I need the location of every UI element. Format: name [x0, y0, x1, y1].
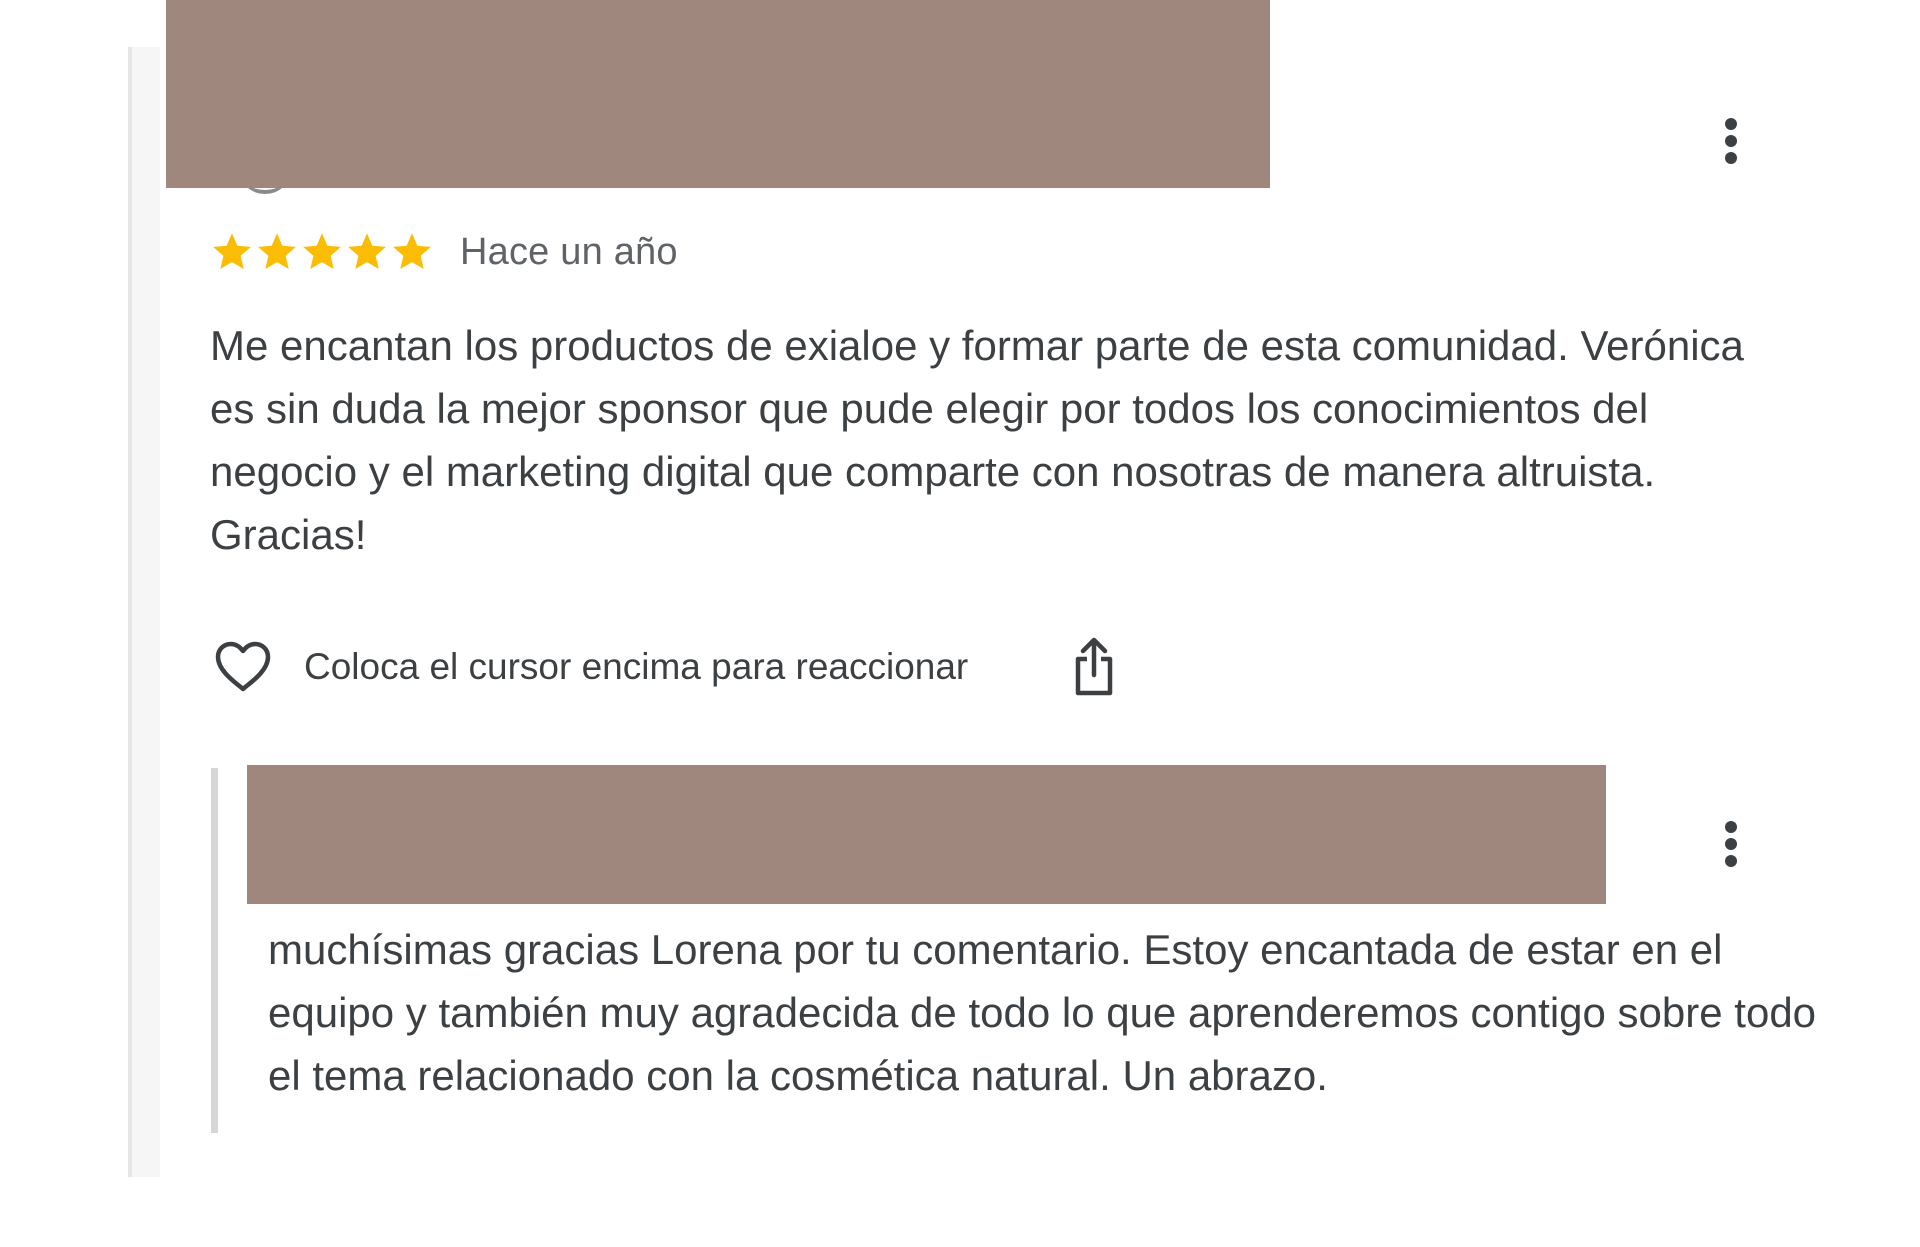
- review-text: Me encantan los productos de exialoe y f…: [210, 322, 1744, 558]
- star-icon: [348, 233, 386, 270]
- star-icon: [303, 233, 341, 270]
- rating-row: Hace un año: [210, 228, 678, 276]
- more-vertical-icon: [1725, 118, 1737, 130]
- star-icon: [258, 233, 296, 270]
- star-rating: [210, 230, 434, 274]
- review-date: Hace un año: [460, 230, 678, 273]
- star-icon: [213, 233, 251, 270]
- react-button[interactable]: [210, 636, 276, 698]
- thread-line: [128, 47, 160, 1177]
- more-vertical-icon: [1725, 821, 1737, 833]
- share-button[interactable]: [1068, 636, 1120, 698]
- owner-reply-text: muchísimas gracias Lorena por tu comenta…: [268, 926, 1817, 1099]
- redacted-reviewer-header: [166, 0, 1270, 188]
- redacted-owner-header: [247, 765, 1606, 904]
- heart-icon: [215, 641, 271, 692]
- reply-more-options-button[interactable]: [1711, 811, 1751, 877]
- review-card: Hace un año Me encantan los productos de…: [0, 0, 1920, 1247]
- share-icon: [1076, 637, 1113, 696]
- react-hint: Coloca el cursor encima para reaccionar: [304, 646, 969, 687]
- reply-indent-bar: [211, 768, 218, 1133]
- star-icon: [393, 233, 431, 270]
- review-more-options-button[interactable]: [1711, 108, 1751, 174]
- review-actions: Coloca el cursor encima para reaccionar: [210, 636, 1120, 698]
